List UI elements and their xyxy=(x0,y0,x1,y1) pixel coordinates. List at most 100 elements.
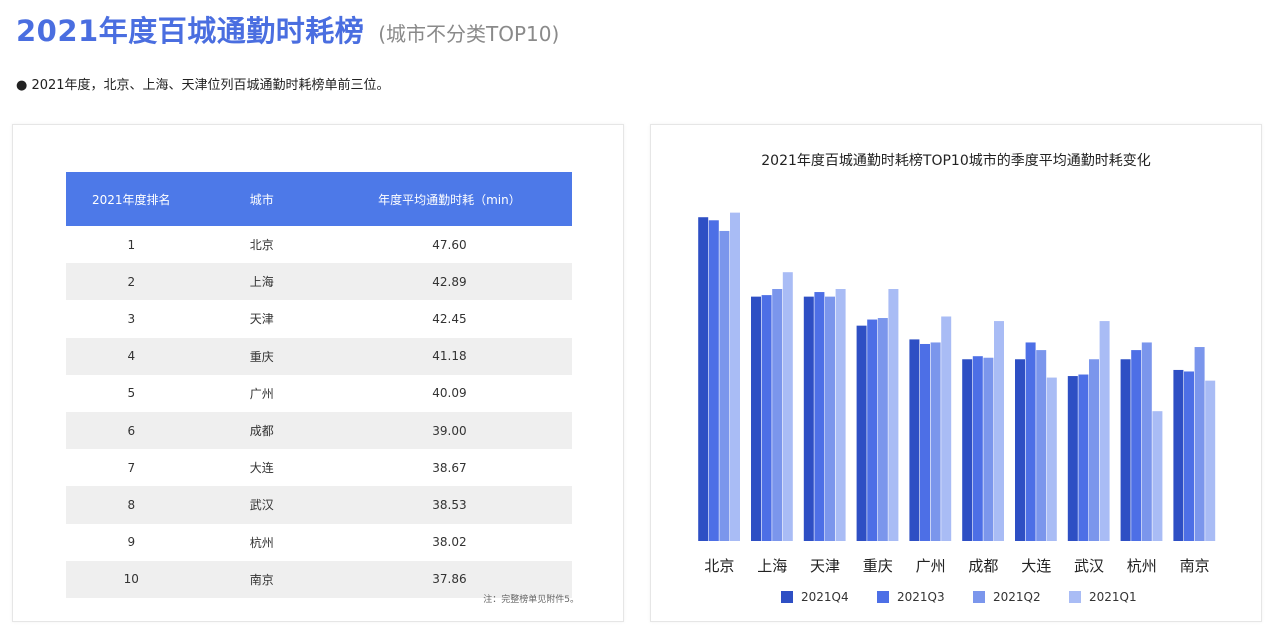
table-row: 2 上海 42.89 xyxy=(66,263,572,301)
value-cell: 38.67 xyxy=(432,460,467,475)
bar-2021Q3-南京 xyxy=(1184,371,1194,541)
bar-2021Q1-南京 xyxy=(1205,380,1216,541)
rank-cell: 1 xyxy=(127,237,136,252)
x-tick-label: 大连 xyxy=(1021,557,1051,575)
rank-cell: 6 xyxy=(66,411,197,450)
city-cell: 广州 xyxy=(249,386,274,401)
ranking-table-card: 2021年度排名 城市 年度平均通勤时耗（min） 1 北京 47.60 2 上海 42… xyxy=(12,124,624,622)
bar-2021Q4-杭州 xyxy=(1120,359,1131,541)
table-footnote: 注：完整榜单见附件5。 xyxy=(483,595,579,605)
value-cell: 38.02 xyxy=(432,535,467,550)
x-tick-label: 成都 xyxy=(968,557,998,575)
value-cell: 47.60 xyxy=(432,237,467,252)
legend-label: 2021Q4 xyxy=(801,590,849,604)
legend-swatch-2021Q2 xyxy=(973,591,985,603)
bar-2021Q2-上海 xyxy=(772,289,783,541)
bar-2021Q1-杭州 xyxy=(1152,411,1163,541)
table-header-row: 2021年度排名 城市 年度平均通勤时耗（min） xyxy=(66,172,572,226)
legend-swatch-2021Q1 xyxy=(1069,591,1081,603)
city-cell: 成都 xyxy=(196,411,327,450)
bar-2021Q4-重庆 xyxy=(856,325,867,541)
page-subtitle: (城市不分类TOP10) xyxy=(378,22,560,46)
legend-label: 2021Q3 xyxy=(897,590,945,604)
bar-2021Q4-北京 xyxy=(698,217,709,541)
bar-2021Q2-武汉 xyxy=(1089,359,1099,541)
rank-cell: 4 xyxy=(66,337,197,375)
value-cell: 39.00 xyxy=(326,411,572,450)
bar-2021Q1-成都 xyxy=(994,321,1004,541)
x-tick-label: 北京 xyxy=(704,557,734,575)
bar-2021Q3-天津 xyxy=(814,292,825,541)
rank-cell: 7 xyxy=(127,460,136,475)
column-header-city: 城市 xyxy=(196,172,327,226)
x-tick-label: 南京 xyxy=(1180,557,1210,575)
rank-cell: 3 xyxy=(127,311,136,326)
value-cell: 42.45 xyxy=(432,311,467,326)
rank-cell: 10 xyxy=(66,560,197,598)
city-cell: 武汉 xyxy=(196,486,327,524)
bar-2021Q4-成都 xyxy=(962,359,973,541)
bar-2021Q4-南京 xyxy=(1173,369,1184,541)
x-tick-label: 武汉 xyxy=(1074,557,1104,575)
table-row: 6 成都 39.00 xyxy=(66,411,572,450)
bar-2021Q4-上海 xyxy=(751,296,761,541)
table-row: 4 重庆 41.18 xyxy=(66,337,572,375)
bar-2021Q2-广州 xyxy=(930,342,941,541)
bar-2021Q2-南京 xyxy=(1194,347,1205,541)
rank-cell: 8 xyxy=(66,486,197,524)
bar-2021Q2-成都 xyxy=(983,357,994,541)
bar-2021Q4-大连 xyxy=(1015,359,1025,541)
page-title: 2021年度百城通勤时耗榜 xyxy=(16,14,365,48)
x-tick-label: 广州 xyxy=(916,557,946,575)
x-tick-label: 天津 xyxy=(810,557,840,575)
legend-swatch-2021Q4 xyxy=(781,591,793,603)
city-cell: 杭州 xyxy=(249,535,274,550)
rank-cell: 9 xyxy=(127,535,136,550)
bar-2021Q3-广州 xyxy=(920,343,930,541)
rank-cell: 2 xyxy=(66,263,197,301)
bar-2021Q3-重庆 xyxy=(867,319,878,541)
bar-2021Q3-杭州 xyxy=(1131,350,1142,541)
value-cell: 40.09 xyxy=(432,386,467,401)
bar-2021Q2-北京 xyxy=(719,230,730,542)
table-row: 5 广州 40.09 xyxy=(66,375,572,412)
x-tick-label: 重庆 xyxy=(863,557,893,575)
bar-2021Q1-重庆 xyxy=(888,289,899,541)
column-header-value: 年度平均通勤时耗（min） xyxy=(326,172,572,226)
city-cell: 北京 xyxy=(249,238,274,253)
x-tick-label: 上海 xyxy=(757,557,787,575)
bar-2021Q1-广州 xyxy=(941,316,952,541)
legend-swatch-2021Q3 xyxy=(877,591,889,603)
bar-2021Q3-成都 xyxy=(972,356,983,541)
city-cell: 南京 xyxy=(196,560,327,598)
title-row: 2021年度百城通勤时耗榜 (城市不分类TOP10) xyxy=(16,8,559,52)
value-cell: 41.18 xyxy=(326,337,572,375)
x-tick-label: 杭州 xyxy=(1127,557,1157,575)
table-row: 1 北京 47.60 xyxy=(66,226,572,263)
legend-label: 2021Q1 xyxy=(1089,590,1137,604)
bar-2021Q4-武汉 xyxy=(1067,376,1078,541)
bar-2021Q2-天津 xyxy=(825,296,835,541)
table-row: 8 武汉 38.53 xyxy=(66,486,572,524)
column-header-rank: 2021年度排名 xyxy=(66,172,197,226)
bar-2021Q1-大连 xyxy=(1046,377,1057,541)
city-cell: 大连 xyxy=(249,461,274,476)
bar-2021Q3-上海 xyxy=(761,295,772,541)
value-cell: 38.53 xyxy=(326,486,572,524)
bar-2021Q3-大连 xyxy=(1025,342,1036,541)
table-row: 3 天津 42.45 xyxy=(66,300,572,337)
bar-2021Q2-大连 xyxy=(1036,350,1047,541)
value-cell: 42.89 xyxy=(326,263,572,301)
bar-2021Q3-武汉 xyxy=(1078,374,1089,541)
bar-2021Q3-北京 xyxy=(708,220,719,541)
bar-2021Q1-天津 xyxy=(835,289,846,541)
chart-card: 2021年度百城通勤时耗榜TOP10城市的季度平均通勤时耗变化北京 上海 天津 重庆 广… xyxy=(650,124,1262,622)
bar-2021Q1-武汉 xyxy=(1099,321,1110,541)
table-row: 7 大连 38.67 xyxy=(66,449,572,486)
chart-title: 2021年度百城通勤时耗榜TOP10城市的季度平均通勤时耗变化 xyxy=(761,152,1150,169)
ranking-table: 2021年度排名 城市 年度平均通勤时耗（min） 1 北京 47.60 2 上海 42… xyxy=(66,172,572,598)
city-cell: 天津 xyxy=(249,312,274,327)
rank-cell: 5 xyxy=(127,386,136,401)
city-cell: 重庆 xyxy=(196,337,327,375)
bar-2021Q1-上海 xyxy=(782,272,793,541)
